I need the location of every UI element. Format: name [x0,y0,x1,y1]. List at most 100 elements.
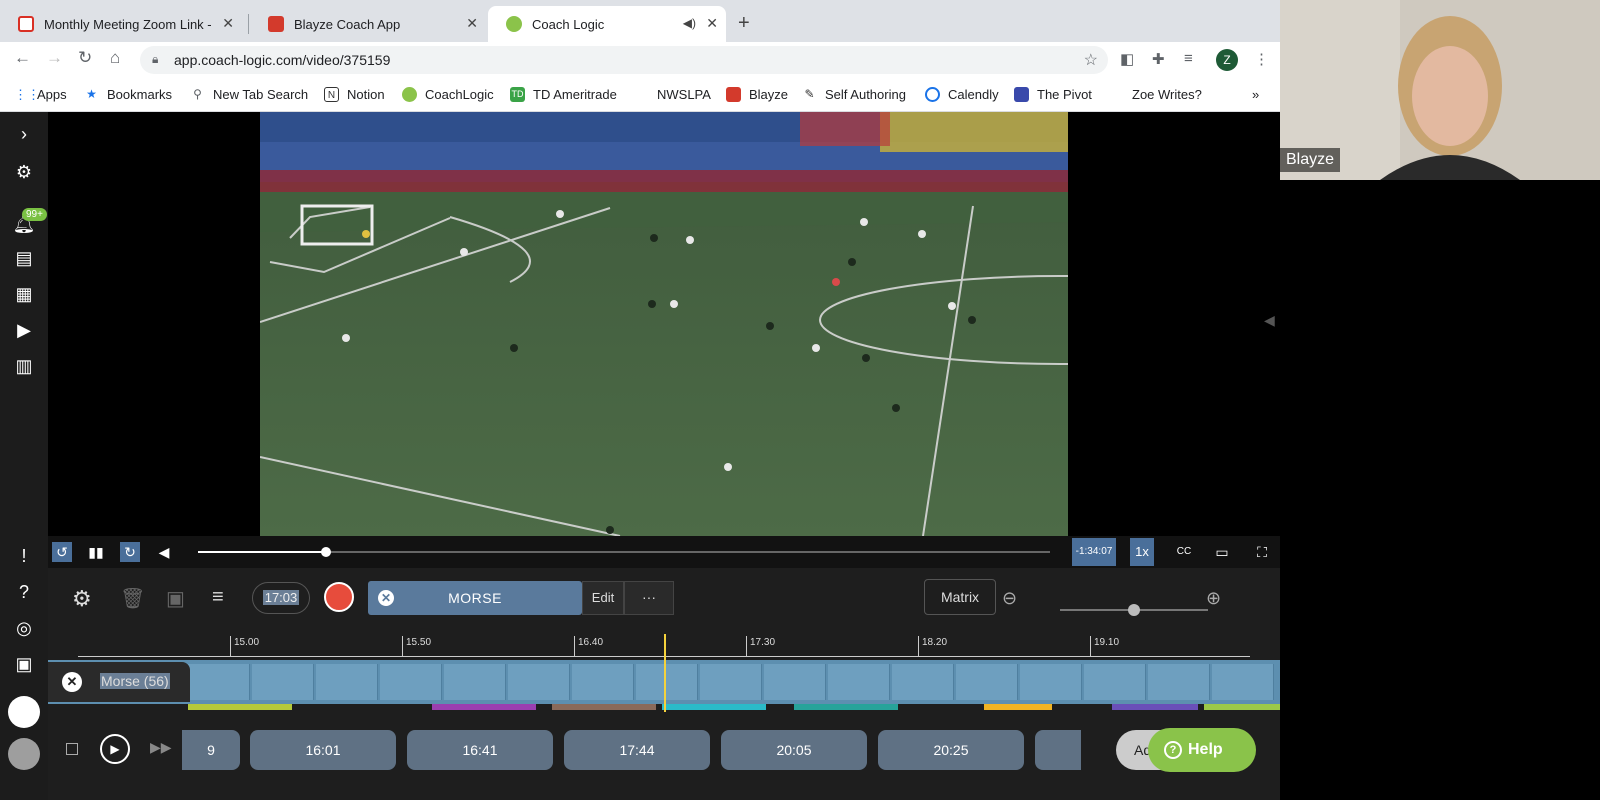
clip-item[interactable]: 20:05 [721,730,867,770]
tab-title: Blayze Coach App [294,16,401,32]
tag-segment[interactable] [794,704,898,710]
forward-icon[interactable]: → [46,48,63,68]
tab-zoom-link[interactable]: Monthly Meeting Zoom Link - ✕ [0,6,242,42]
tag-segment[interactable] [432,704,536,710]
calendar-icon[interactable]: ▦ [12,282,36,306]
back-icon[interactable]: ← [14,48,31,68]
forward-icon[interactable]: ↻ [120,542,140,562]
expand-chevron-icon[interactable]: › [12,122,36,146]
bookmark-blayze[interactable]: Blayze [726,87,788,102]
progress-handle[interactable] [320,547,331,557]
bookmark-zoe-writes[interactable]: Zoe Writes? [1132,87,1202,102]
clip-item[interactable]: 20:25 [878,730,1024,770]
volume-icon[interactable]: ◀ [154,542,174,562]
fingerprint-icon[interactable]: ◎ [12,616,36,640]
playback-speed-button[interactable]: 1x [1130,538,1154,566]
bookmark-td-ameritrade[interactable]: TD TD Ameritrade [510,87,617,102]
more-options-button[interactable]: ··· [624,581,674,615]
thumbnail-frame [828,664,890,700]
url-text[interactable]: app.coach-logic.com/video/375159 [174,52,390,68]
help-button[interactable]: ? Help [1148,728,1256,772]
tag-segment[interactable] [1112,704,1198,710]
profile-avatar[interactable]: Z [1216,49,1238,71]
document-icon[interactable]: ▥ [12,354,36,378]
tag-segment[interactable] [188,704,292,710]
matrix-button[interactable]: Matrix [924,579,996,615]
zoom-slider[interactable] [1060,604,1208,616]
bookmark-coachlogic[interactable]: CoachLogic [402,87,494,102]
playlist-panel: ✕ Morse (56) [48,662,190,702]
help-circle-icon[interactable]: ? [12,580,36,604]
thumbnail-frame [444,664,506,700]
tag-segment[interactable] [984,704,1052,710]
bookmark-star-icon[interactable]: ☆ [1084,50,1098,70]
extension-icon[interactable]: ◧ [1120,50,1134,68]
audio-icon[interactable]: ◀) [683,16,696,30]
bookmarks-overflow-button[interactable]: » [1252,87,1259,102]
clip-item[interactable]: 16:41 [407,730,553,770]
save-icon[interactable]: ▣ [166,586,185,611]
tag-segment[interactable] [662,704,766,710]
feedback-icon[interactable]: ! [12,544,36,568]
menu-icon[interactable]: ⋮ [1254,50,1269,68]
bookmark-apps[interactable]: ⋮⋮ Apps [14,87,67,102]
timeline-playhead[interactable] [664,634,666,712]
new-tab-button[interactable]: + [738,12,750,35]
user-avatar[interactable] [8,738,40,770]
blayze-icon [726,87,741,102]
progress-bar[interactable] [198,547,1050,557]
address-bar[interactable]: 🔒︎ app.coach-logic.com/video/375159 ☆ [140,46,1108,74]
team-crest-icon[interactable] [8,696,40,728]
close-playlist-icon[interactable]: ✕ [62,672,82,692]
settings-gear-icon[interactable]: ⚙ [72,586,92,612]
media-icon[interactable]: ≡ [1184,50,1193,67]
zoom-slider-handle[interactable] [1128,604,1140,616]
play-icon[interactable]: ▮▮ [86,542,106,562]
picture-in-picture-icon[interactable]: ▭ [1212,542,1232,562]
tab-coach-logic[interactable]: Coach Logic ◀) ✕ [488,6,726,42]
bookmark-calendly[interactable]: Calendly [925,87,999,102]
home-icon[interactable]: ⌂ [110,48,120,68]
tag-segment[interactable] [552,704,656,710]
close-icon[interactable]: ✕ [466,15,478,32]
record-button[interactable] [324,582,354,612]
save-icon[interactable]: ▣ [12,652,36,676]
star-icon: ★ [86,87,97,101]
playlist-icon[interactable]: ≡ [212,586,224,609]
delete-icon[interactable]: 🗑︎ [120,586,145,611]
clip-item[interactable] [1035,730,1081,770]
bookmark-notion[interactable]: N Notion [324,87,385,102]
reload-icon[interactable]: ↻ [78,48,92,68]
bookmark-bookmarks[interactable]: ★ Bookmarks [84,87,172,102]
bookmark-nwslpa[interactable]: NWSLPA [657,87,711,102]
rewind-icon[interactable]: ↺ [52,542,72,562]
stop-icon[interactable] [66,743,78,755]
video-library-icon[interactable]: ▶ [12,318,36,342]
bookmark-the-pivot[interactable]: The Pivot [1014,87,1092,102]
clip-item[interactable]: 17:44 [564,730,710,770]
chat-icon[interactable]: ▤ [12,246,36,270]
edit-button[interactable]: Edit [582,581,624,615]
clip-item[interactable]: 9 [182,730,240,770]
video-frame[interactable] [260,112,1068,536]
play-playlist-icon[interactable]: ▶ [100,734,130,764]
puzzle-icon[interactable]: ✚ [1152,50,1165,68]
clip-item[interactable]: 16:01 [250,730,396,770]
bookmark-new-tab-search[interactable]: ⚲ New Tab Search [190,87,308,102]
current-timecode[interactable]: 17:03 [252,582,310,614]
zoom-in-icon[interactable]: ⊕ [1206,588,1221,609]
zoom-out-icon[interactable]: ⊖ [1002,588,1017,609]
tab-blayze-coach-app[interactable]: Blayze Coach App ✕ [250,6,486,42]
bookmark-self-authoring[interactable]: ✎ Self Authoring [802,87,905,102]
coachlogic-logo-icon[interactable]: ⚙︎ [12,160,36,184]
captions-icon[interactable]: CC [1174,542,1194,562]
video-player[interactable]: ↺ ▮▮ ↻ ◀ -1:34:07 1x CC ▭ ⛶ [48,112,1280,568]
close-icon[interactable]: ✕ [706,15,718,32]
close-icon[interactable]: ✕ [222,15,234,32]
tag-segment[interactable] [1204,704,1280,710]
active-tag[interactable]: ✕ MORSE [368,581,582,615]
ruler-label: 19.10 [1094,637,1120,648]
fast-forward-icon[interactable]: ▶▶ [150,739,172,756]
fullscreen-icon[interactable]: ⛶ [1252,542,1272,562]
collapse-panel-icon[interactable]: ◀ [1264,312,1275,329]
